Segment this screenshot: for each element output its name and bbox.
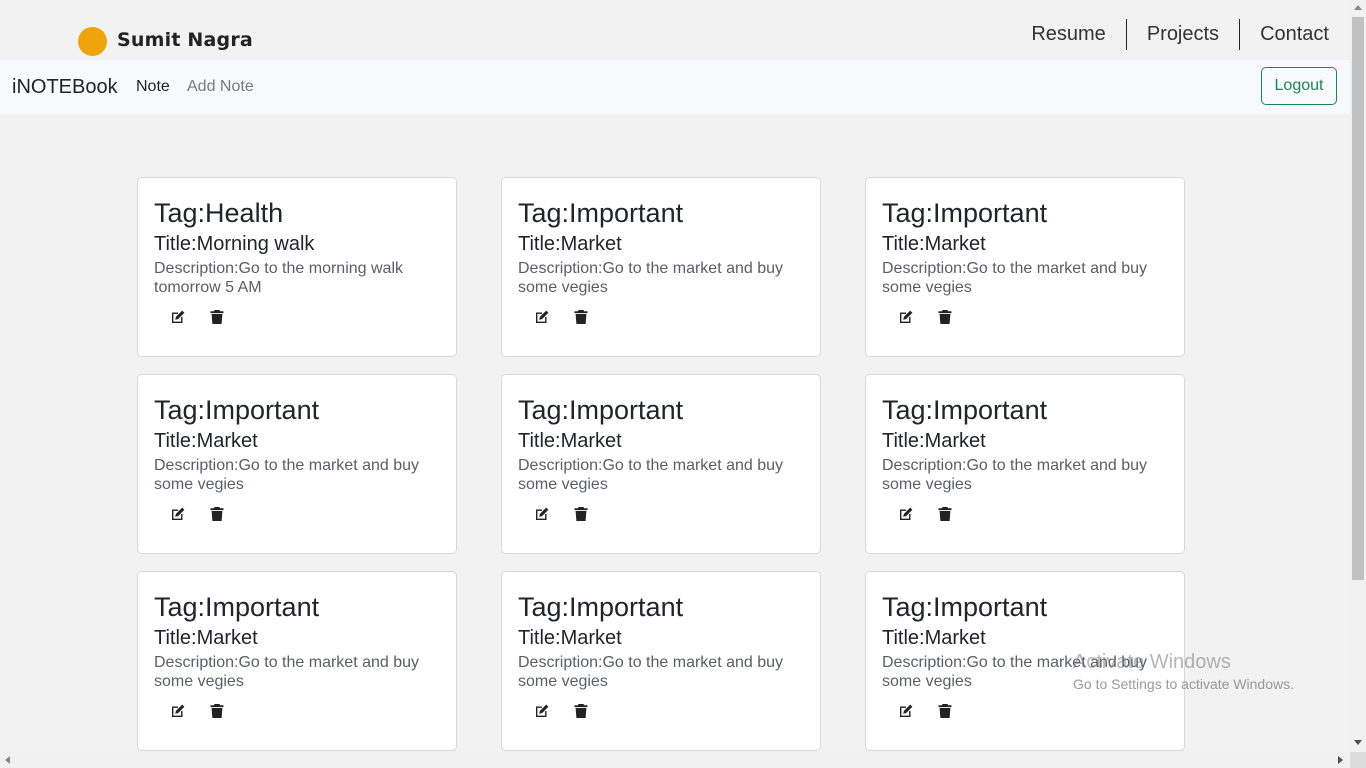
note-tag: Tag:Health (154, 198, 284, 228)
note-tag: Tag:Important (518, 592, 684, 622)
note-card: Tag:Important Title:Market Description:G… (137, 374, 457, 554)
trash-icon[interactable] (209, 506, 225, 522)
scroll-down-arrow-icon[interactable] (1354, 740, 1362, 745)
edit-icon[interactable] (170, 703, 186, 719)
note-title: Title:Market (518, 627, 622, 649)
note-actions (518, 502, 804, 526)
nav-link-note[interactable]: Note (136, 78, 170, 96)
note-title: Title:Market (882, 430, 986, 452)
note-description: Description:Go to the market and buy som… (154, 457, 420, 493)
trash-icon[interactable] (209, 309, 225, 325)
note-card: Tag:Important Title:Market Description:G… (501, 374, 821, 554)
note-actions (154, 502, 440, 526)
note-actions (882, 699, 1168, 723)
note-actions (882, 502, 1168, 526)
trash-icon[interactable] (209, 703, 225, 719)
note-actions (518, 699, 804, 723)
note-description: Description:Go to the market and buy som… (518, 260, 784, 296)
edit-icon[interactable] (898, 506, 914, 522)
note-tag: Tag:Important (882, 198, 1048, 228)
edit-icon[interactable] (898, 703, 914, 719)
site-nav: Resume Projects Contact (1031, 19, 1329, 50)
note-tag: Tag:Important (154, 592, 320, 622)
note-description: Description:Go to the market and buy som… (154, 654, 420, 690)
note-tag: Tag:Important (518, 395, 684, 425)
trash-icon[interactable] (573, 703, 589, 719)
trash-icon[interactable] (937, 703, 953, 719)
edit-icon[interactable] (170, 309, 186, 325)
note-description: Description:Go to the market and buy som… (518, 457, 784, 493)
note-title: Title:Market (154, 430, 258, 452)
edit-icon[interactable] (170, 506, 186, 522)
note-card: Tag:Important Title:Market Description:G… (137, 571, 457, 751)
nav-link-contact[interactable]: Contact (1240, 19, 1329, 50)
site-brand-name[interactable]: Sumit Nagra (117, 29, 253, 51)
note-card: Tag:Important Title:Market Description:G… (865, 177, 1185, 357)
note-card: Tag:Important Title:Market Description:G… (501, 177, 821, 357)
note-tag: Tag:Important (882, 592, 1048, 622)
note-description: Description:Go to the market and buy som… (882, 457, 1148, 493)
trash-icon[interactable] (937, 506, 953, 522)
scrollbar-corner (1350, 752, 1366, 768)
notes-grid: Tag:Health Title:Morning walk Descriptio… (137, 177, 1185, 751)
trash-icon[interactable] (573, 309, 589, 325)
edit-icon[interactable] (534, 309, 550, 325)
trash-icon[interactable] (937, 309, 953, 325)
horizontal-scrollbar[interactable] (0, 752, 1350, 768)
activation-watermark-title: Activate Windows (1073, 651, 1231, 673)
edit-icon[interactable] (898, 309, 914, 325)
note-title: Title:Market (882, 233, 986, 255)
nav-link-projects[interactable]: Projects (1127, 19, 1241, 50)
vertical-scroll-thumb[interactable] (1352, 17, 1364, 580)
edit-icon[interactable] (534, 703, 550, 719)
activation-watermark-subtitle: Go to Settings to activate Windows. (1073, 676, 1294, 692)
brand-logo-dot (78, 27, 107, 56)
scroll-left-arrow-icon[interactable] (5, 756, 10, 764)
vertical-scrollbar[interactable] (1350, 0, 1366, 752)
logout-button[interactable]: Logout (1261, 67, 1337, 105)
app-brand[interactable]: iNOTEBook (12, 76, 118, 99)
note-title: Title:Morning walk (154, 233, 315, 255)
note-card: Tag:Important Title:Market Description:G… (865, 374, 1185, 554)
note-description: Description:Go to the morning walk tomor… (154, 260, 403, 296)
scroll-right-arrow-icon[interactable] (1338, 756, 1343, 764)
app-navbar: iNOTEBook Note Add Note Logout (0, 60, 1350, 114)
note-actions (154, 305, 440, 329)
note-tag: Tag:Important (518, 198, 684, 228)
note-title: Title:Market (882, 627, 986, 649)
note-description: Description:Go to the market and buy som… (518, 654, 784, 690)
note-tag: Tag:Important (882, 395, 1048, 425)
note-card: Tag:Important Title:Market Description:G… (501, 571, 821, 751)
edit-icon[interactable] (534, 506, 550, 522)
note-actions (882, 305, 1168, 329)
nav-link-add-note[interactable]: Add Note (187, 78, 254, 96)
note-card: Tag:Health Title:Morning walk Descriptio… (137, 177, 457, 357)
note-title: Title:Market (518, 233, 622, 255)
note-title: Title:Market (518, 430, 622, 452)
site-header: Sumit Nagra Resume Projects Contact (0, 0, 1350, 60)
note-actions (154, 699, 440, 723)
note-description: Description:Go to the market and buy som… (882, 260, 1148, 296)
scroll-up-arrow-icon[interactable] (1354, 5, 1362, 10)
trash-icon[interactable] (573, 506, 589, 522)
note-title: Title:Market (154, 627, 258, 649)
nav-link-resume[interactable]: Resume (1031, 19, 1127, 50)
note-actions (518, 305, 804, 329)
note-tag: Tag:Important (154, 395, 320, 425)
